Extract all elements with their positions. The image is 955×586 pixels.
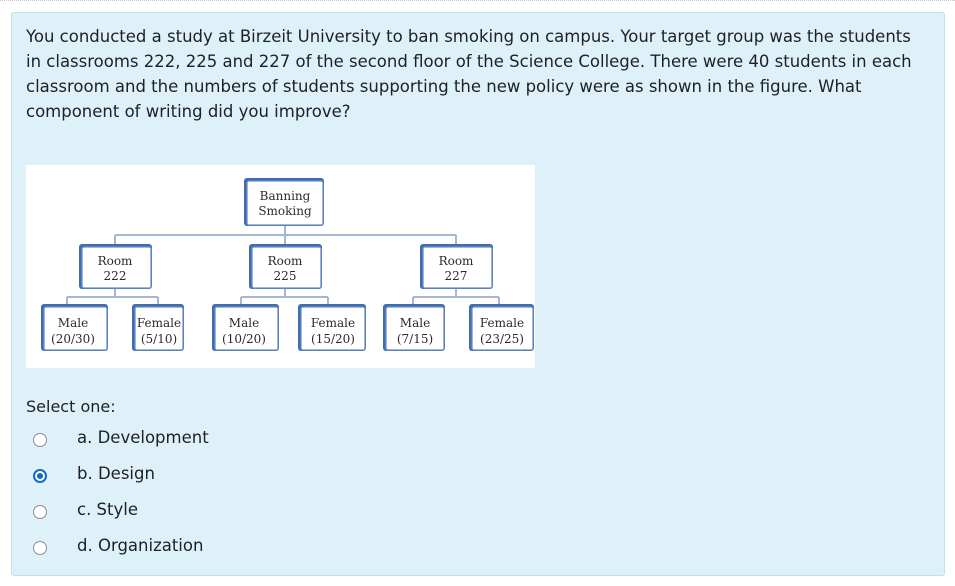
node-label: Female [311,316,355,330]
node-male-227: Male (7/15) [383,304,445,351]
tree-diagram-figure: Banning Smoking Room 222 Room 225 Room 2 [26,165,535,368]
answer-option-d[interactable]: d. Organization [26,534,203,570]
node-label: (7/15) [397,332,433,346]
tree-diagram: Banning Smoking Room 222 Room 225 Room 2 [41,178,534,351]
answer-option-label[interactable]: c. Style [77,500,138,519]
node-label: Room [439,254,474,268]
node-label: (5/10) [141,332,177,346]
node-label: 222 [104,269,127,283]
node-room-227: Room 227 [420,244,493,289]
answer-option-label[interactable]: d. Organization [77,536,203,555]
answer-option-label[interactable]: b. Design [77,464,155,483]
node-label: Smoking [258,204,312,218]
node-female-225: Female (15/20) [298,304,366,351]
node-label: Female [137,316,181,330]
node-female-222: Female (5/10) [132,304,184,351]
node-label: (20/30) [51,332,95,346]
node-male-225: Male (10/20) [212,304,279,351]
node-label: (23/25) [480,332,524,346]
node-room-222: Room 222 [79,244,152,289]
node-label: 225 [274,269,297,283]
node-label: Room [98,254,133,268]
node-label: Banning [260,189,311,203]
answer-option-a[interactable]: a. Development [26,426,209,462]
node-label: Male [229,316,259,330]
node-male-222: Male (20/30) [41,304,108,351]
select-one-prompt: Select one: [26,397,116,416]
answer-option-b[interactable]: b. Design [26,462,155,498]
radio-button-d[interactable] [33,541,47,555]
question-box: You conducted a study at Birzeit Univers… [11,12,945,576]
top-divider [0,0,955,4]
question-text: You conducted a study at Birzeit Univers… [26,27,912,121]
answer-block: Select one: a. Development b. Design c. … [26,397,209,570]
node-label: Room [268,254,303,268]
answer-option-c[interactable]: c. Style [26,498,138,534]
node-female-227: Female (23/25) [469,304,534,351]
node-room-225: Room 225 [249,244,322,289]
node-label: Female [480,316,524,330]
node-label: (15/20) [311,332,355,346]
node-label: 227 [445,269,468,283]
node-label: (10/20) [222,332,266,346]
node-label: Male [58,316,88,330]
radio-button-b[interactable] [33,469,47,483]
node-banning-smoking: Banning Smoking [244,178,324,226]
answer-option-label[interactable]: a. Development [77,428,209,447]
radio-button-a[interactable] [33,433,47,447]
radio-button-c[interactable] [33,505,47,519]
node-label: Male [400,316,430,330]
